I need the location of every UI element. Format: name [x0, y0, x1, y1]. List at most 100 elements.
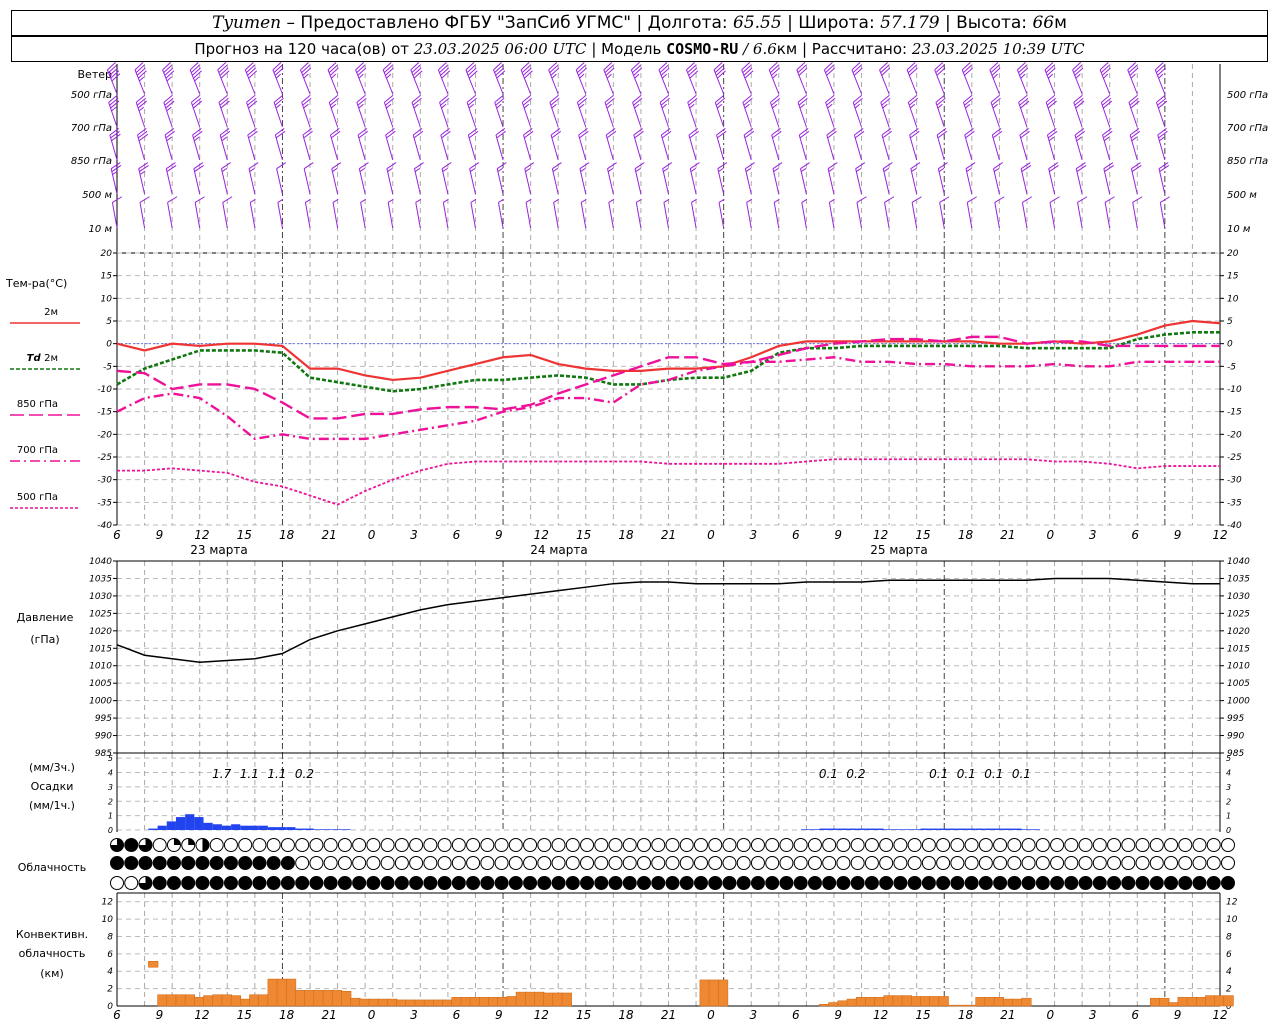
wind-barb-feather: [193, 130, 203, 139]
conv-bar: [1021, 997, 1032, 1007]
wind-barb-feather: [768, 62, 778, 71]
temp-legend-label: 500 гПа: [17, 492, 58, 503]
cloud-cover-symbol: [252, 838, 267, 852]
cloud-cover-symbol: [380, 856, 395, 870]
wind-barb-staff: [1019, 134, 1028, 161]
wind-barb-feather: [579, 130, 589, 139]
wind-barb-feather: [328, 94, 339, 103]
wind-barb-feather: [1127, 62, 1137, 71]
precip-bar: [258, 825, 268, 830]
wind-barb-feather: [907, 64, 917, 73]
wind-barb-feather: [855, 162, 866, 170]
cloud-cover-symbol: [637, 876, 652, 890]
precip-bar: [267, 827, 278, 830]
wind-barb-staff: [1075, 168, 1083, 195]
wind-barb-feather: [658, 62, 668, 71]
wind-barb-staff: [1021, 202, 1028, 229]
cloud-cover-symbol: [708, 876, 723, 890]
precip-bar: [819, 828, 829, 830]
wind-barb-feather: [714, 94, 725, 103]
wind-barb-half-feather: [772, 73, 778, 79]
cloud-fill-full: [138, 856, 152, 870]
cloud-circle: [323, 856, 338, 870]
wind-barb-feather: [465, 62, 475, 71]
wind-barb-half-feather: [1076, 136, 1082, 142]
cloud-cover-symbol: [1050, 838, 1065, 852]
wind-barb: [910, 162, 921, 195]
time-tick-label-bottom: 0: [1046, 1008, 1054, 1022]
cloud-cover-symbol: [864, 856, 879, 870]
wind-barb-feather: [604, 94, 614, 103]
wind-barb-feather: [1017, 62, 1026, 71]
cloud-fill-full: [281, 876, 295, 890]
cloud-cover-symbol: [978, 856, 993, 870]
cloud-cover-symbol: [266, 856, 281, 870]
cloud-cover-symbol: [124, 838, 139, 852]
conv-bar: [322, 990, 333, 1007]
cloud-cover-symbol: [337, 876, 352, 890]
cloud-fill-full: [680, 876, 694, 890]
cloud-fill-full: [794, 876, 808, 890]
wind-barb-staff: [746, 202, 752, 229]
conv-bar: [1205, 995, 1216, 1007]
cloud-fill-full: [979, 876, 993, 890]
cloud-circle: [936, 856, 951, 870]
wind-barb-staff: [826, 134, 835, 161]
cloudiness-panel: Облачность: [18, 838, 1235, 890]
pressure-tick-label-right: 1010: [1227, 662, 1250, 672]
cloud-circle: [750, 838, 765, 852]
conv-title-2: облачность: [19, 947, 86, 960]
wind-barb-staff: [634, 168, 642, 195]
wind-barb-feather: [963, 64, 972, 73]
cloud-fill-quarter: [173, 838, 181, 845]
conv-bar: [993, 997, 1004, 1007]
cloud-cover-symbol: [295, 838, 310, 852]
wind-barb-feather: [769, 64, 779, 73]
temp-tick-label-left: 0: [106, 340, 112, 350]
cloud-circle: [836, 856, 851, 870]
cloud-cover-symbol: [1149, 838, 1164, 852]
conv-bar: [460, 997, 471, 1007]
conv-tick-label-left: 12: [102, 898, 114, 908]
conv-bar: [414, 999, 425, 1007]
cloud-circle: [1092, 838, 1107, 852]
cloud-cover-symbol: [594, 876, 609, 890]
time-tick-label: 18: [618, 528, 634, 542]
wind-barb-feather: [441, 130, 451, 139]
precip-bar: [966, 828, 976, 830]
precip-bar: [892, 829, 903, 830]
wind-barb-feather: [744, 130, 755, 139]
cloud-cover-symbol: [266, 838, 281, 852]
cloud-circle: [480, 856, 495, 870]
wind-barb-feather: [1021, 165, 1032, 173]
cloud-cover-symbol: [637, 838, 652, 852]
wind-barb-staff: [773, 202, 780, 229]
time-tick-label-bottom: 6: [453, 1008, 461, 1022]
precip-bar: [837, 828, 847, 830]
cloud-cover-symbol: [736, 876, 751, 890]
wind-barb: [717, 162, 728, 195]
cloud-fill-full: [1178, 876, 1192, 890]
wind-barb-half-feather: [1159, 136, 1165, 142]
wind-barb-feather: [303, 130, 313, 139]
cloud-cover-symbol: [1092, 856, 1107, 870]
wind-barb-feather: [659, 94, 669, 103]
conv-bar: [387, 998, 398, 1007]
time-tick-label: 3: [750, 528, 758, 542]
wind-level-label-right: 500 гПа: [1227, 90, 1268, 101]
cloud-cover-symbol: [879, 876, 894, 890]
conv-bar: [212, 994, 223, 1007]
wind-barb: [743, 128, 755, 161]
cloud-circle: [964, 856, 979, 870]
cloud-cover-symbol: [323, 876, 338, 890]
wind-barb: [246, 94, 258, 128]
conv-bar: [855, 997, 867, 1007]
precip-bar: [856, 828, 866, 830]
wind-barb-feather: [110, 162, 121, 170]
wind-barb-half-feather: [773, 167, 779, 173]
wind-barb-feather: [827, 130, 837, 139]
precip-3h-total: 0.1: [819, 767, 838, 781]
cloud-cover-symbol: [1050, 876, 1065, 890]
time-tick-label-bottom: 6: [113, 1008, 121, 1022]
cloud-cover-symbol: [765, 838, 780, 852]
